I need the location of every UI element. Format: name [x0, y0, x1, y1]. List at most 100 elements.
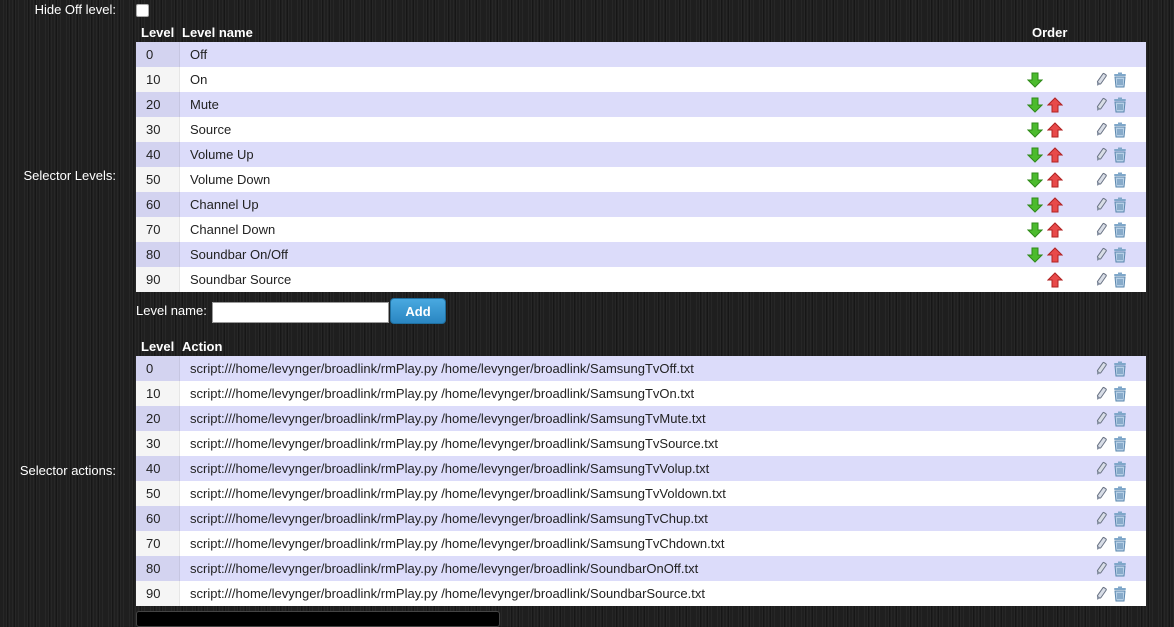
level-row: 60 Channel Up	[136, 192, 1146, 217]
move-down-icon[interactable]	[1027, 247, 1043, 263]
delete-icon[interactable]	[1112, 247, 1128, 263]
level-level-value: 90	[136, 267, 180, 292]
delete-icon[interactable]	[1112, 361, 1128, 377]
action-script: script:///home/levynger/broadlink/rmPlay…	[190, 536, 725, 551]
move-up-icon[interactable]	[1047, 122, 1063, 138]
edit-icon[interactable]	[1093, 222, 1109, 238]
edit-icon[interactable]	[1093, 272, 1109, 288]
edit-icon[interactable]	[1093, 72, 1109, 88]
delete-icon[interactable]	[1112, 386, 1128, 402]
move-down-icon[interactable]	[1027, 197, 1043, 213]
delete-icon[interactable]	[1112, 222, 1128, 238]
level-name-input[interactable]	[212, 302, 389, 323]
level-level-value: 50	[136, 167, 180, 192]
move-up-icon[interactable]	[1047, 272, 1063, 288]
delete-icon[interactable]	[1112, 511, 1128, 527]
action-row: 50 script:///home/levynger/broadlink/rmPl…	[136, 481, 1146, 506]
delete-icon[interactable]	[1112, 172, 1128, 188]
edit-icon[interactable]	[1093, 411, 1109, 427]
move-down-icon[interactable]	[1027, 72, 1043, 88]
level-level-value: 40	[136, 142, 180, 167]
delete-icon[interactable]	[1112, 486, 1128, 502]
action-row: 0 script:///home/levynger/broadlink/rmPla…	[136, 356, 1146, 381]
action-script: script:///home/levynger/broadlink/rmPlay…	[190, 561, 699, 576]
delete-icon[interactable]	[1112, 97, 1128, 113]
hide-off-checkbox[interactable]	[136, 4, 149, 17]
action-row: 70 script:///home/levynger/broadlink/rmPl…	[136, 531, 1146, 556]
level-name: Channel Up	[190, 197, 259, 212]
edit-icon[interactable]	[1093, 247, 1109, 263]
levels-header-order: Order	[1032, 25, 1068, 40]
delete-icon[interactable]	[1112, 122, 1128, 138]
delete-icon[interactable]	[1112, 72, 1128, 88]
move-up-icon[interactable]	[1047, 247, 1063, 263]
add-level-button[interactable]: Add	[390, 298, 446, 324]
level-level-value: 80	[136, 242, 180, 267]
action-row: 80 script:///home/levynger/broadlink/rmPl…	[136, 556, 1146, 581]
action-row: 90 script:///home/levynger/broadlink/rmPl…	[136, 581, 1146, 606]
delete-icon[interactable]	[1112, 461, 1128, 477]
delete-icon[interactable]	[1112, 586, 1128, 602]
move-up-icon[interactable]	[1047, 97, 1063, 113]
action-level-value: 30	[136, 431, 180, 456]
delete-icon[interactable]	[1112, 411, 1128, 427]
delete-icon[interactable]	[1112, 561, 1128, 577]
action-script: script:///home/levynger/broadlink/rmPlay…	[190, 361, 694, 376]
selector-actions-label: Selector actions:	[19, 463, 116, 478]
move-up-icon[interactable]	[1047, 222, 1063, 238]
edit-icon[interactable]	[1093, 361, 1109, 377]
edit-icon[interactable]	[1093, 147, 1109, 163]
level-level-value: 60	[136, 192, 180, 217]
levels-header-level: Level	[141, 25, 175, 40]
level-level-value: 0	[136, 42, 180, 67]
edit-icon[interactable]	[1093, 436, 1109, 452]
action-script: script:///home/levynger/broadlink/rmPlay…	[190, 411, 706, 426]
move-up-icon[interactable]	[1047, 172, 1063, 188]
level-level-value: 10	[136, 67, 180, 92]
edit-icon[interactable]	[1093, 586, 1109, 602]
edit-icon[interactable]	[1093, 511, 1109, 527]
move-down-icon[interactable]	[1027, 147, 1043, 163]
edit-icon[interactable]	[1093, 122, 1109, 138]
move-up-icon[interactable]	[1047, 147, 1063, 163]
level-name: Source	[190, 122, 232, 137]
move-down-icon[interactable]	[1027, 122, 1043, 138]
delete-icon[interactable]	[1112, 536, 1128, 552]
edit-icon[interactable]	[1093, 486, 1109, 502]
hide-off-label: Hide Off level:	[34, 2, 116, 17]
action-level-value: 50	[136, 481, 180, 506]
delete-icon[interactable]	[1112, 272, 1128, 288]
move-down-icon[interactable]	[1027, 97, 1043, 113]
edit-icon[interactable]	[1093, 536, 1109, 552]
edit-icon[interactable]	[1093, 386, 1109, 402]
edit-icon[interactable]	[1093, 561, 1109, 577]
action-level-value: 10	[136, 381, 180, 406]
action-row: 10 script:///home/levynger/broadlink/rmPl…	[136, 381, 1146, 406]
action-script: script:///home/levynger/broadlink/rmPlay…	[190, 386, 695, 401]
edit-icon[interactable]	[1093, 97, 1109, 113]
bottom-panel	[136, 611, 500, 627]
actions-table: 0 script:///home/levynger/broadlink/rmPla…	[136, 356, 1146, 606]
level-row: 10 On	[136, 67, 1146, 92]
level-name: Volume Up	[190, 147, 254, 162]
edit-icon[interactable]	[1093, 461, 1109, 477]
edit-icon[interactable]	[1093, 172, 1109, 188]
delete-icon[interactable]	[1112, 147, 1128, 163]
move-up-icon[interactable]	[1047, 197, 1063, 213]
action-script: script:///home/levynger/broadlink/rmPlay…	[190, 511, 708, 526]
action-level-value: 0	[136, 356, 180, 381]
action-level-value: 80	[136, 556, 180, 581]
delete-icon[interactable]	[1112, 436, 1128, 452]
action-level-value: 20	[136, 406, 180, 431]
level-name: Soundbar On/Off	[190, 247, 289, 262]
level-level-value: 30	[136, 117, 180, 142]
level-name-label: Level name:	[136, 303, 207, 318]
move-down-icon[interactable]	[1027, 172, 1043, 188]
move-down-icon[interactable]	[1027, 222, 1043, 238]
action-script: script:///home/levynger/broadlink/rmPlay…	[190, 486, 726, 501]
action-row: 60 script:///home/levynger/broadlink/rmPl…	[136, 506, 1146, 531]
edit-icon[interactable]	[1093, 197, 1109, 213]
delete-icon[interactable]	[1112, 197, 1128, 213]
level-row: 30 Source	[136, 117, 1146, 142]
level-row: 40 Volume Up	[136, 142, 1146, 167]
